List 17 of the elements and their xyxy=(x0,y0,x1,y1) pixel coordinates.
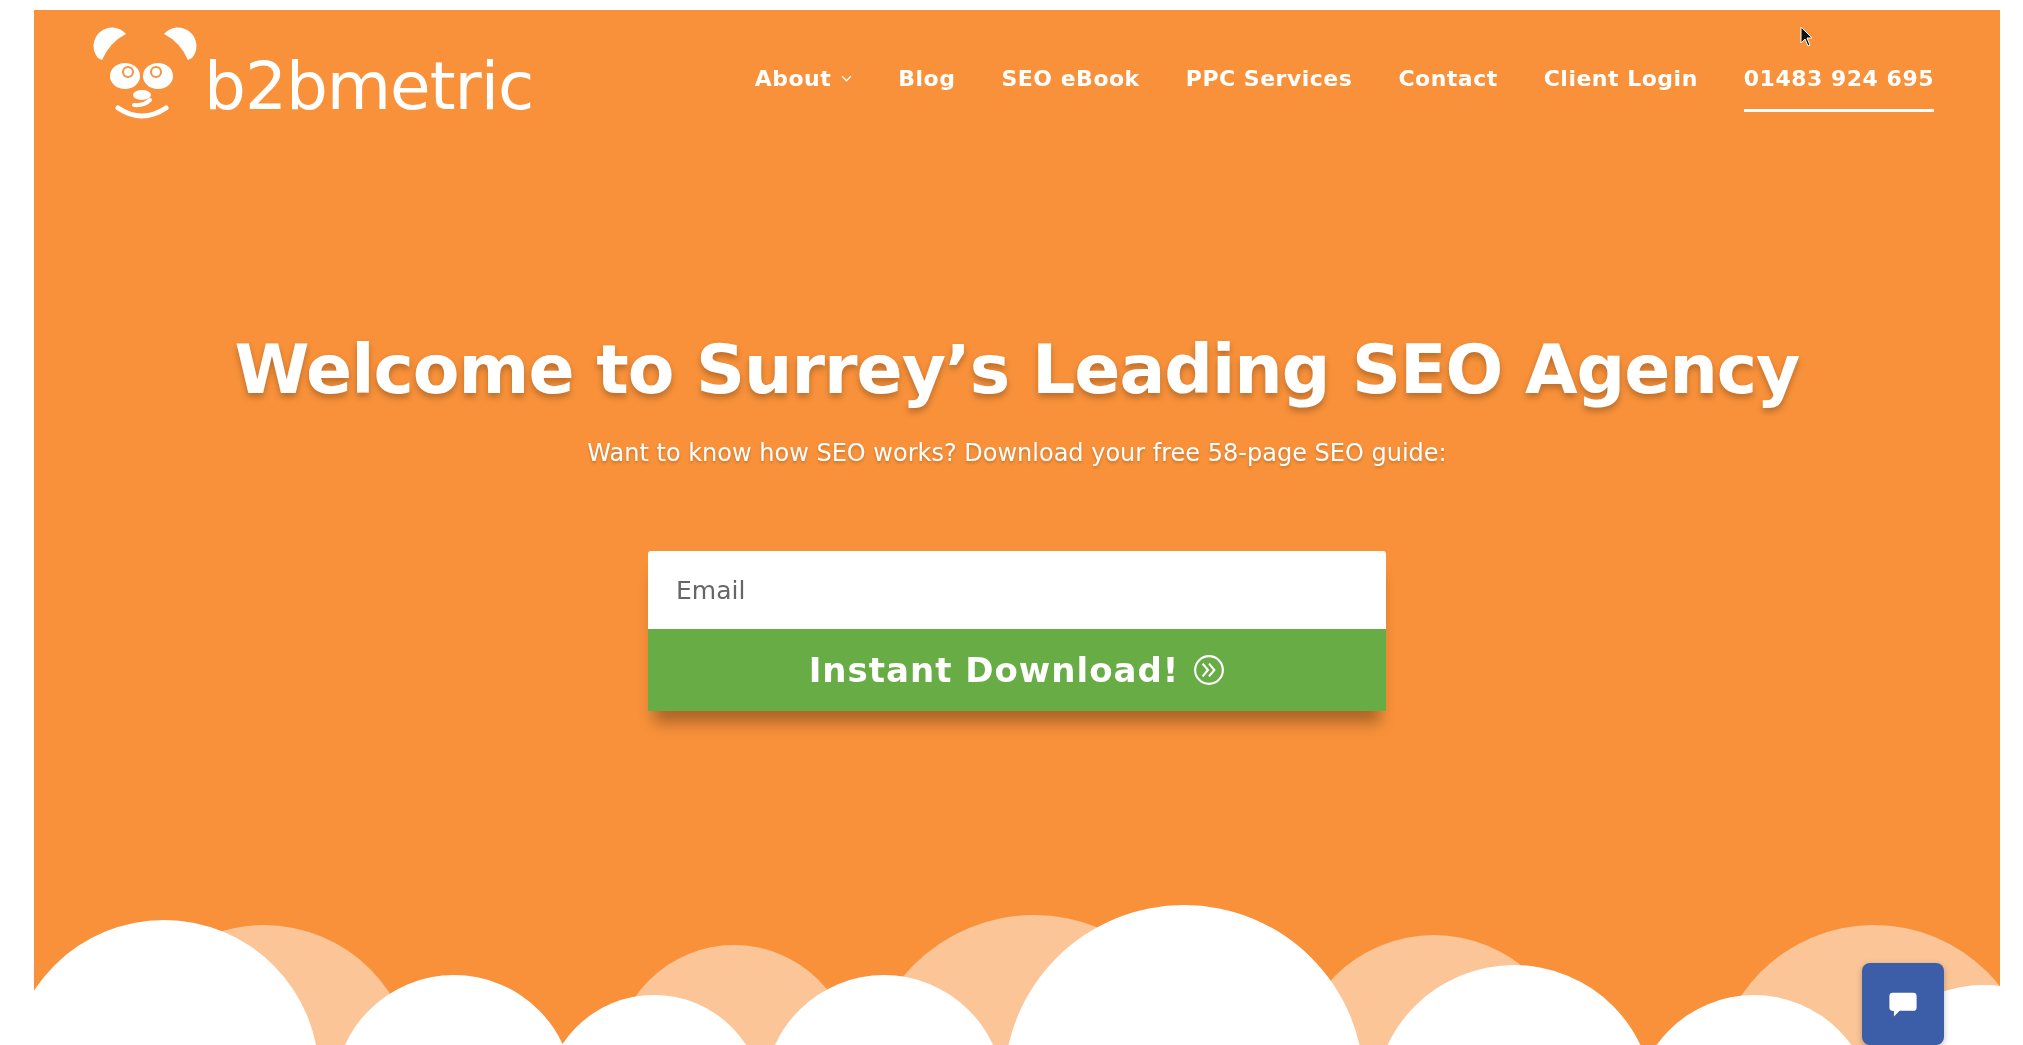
caret-icon xyxy=(841,75,853,82)
logo-wordmark: b2bmetric xyxy=(204,54,534,127)
nav-link[interactable]: SEO eBook xyxy=(1001,66,1140,112)
nav-link[interactable]: About xyxy=(754,66,853,112)
mouse-pointer-icon xyxy=(1800,26,1814,48)
download-button[interactable]: Instant Download! xyxy=(648,629,1386,711)
hero-title: Welcome to Surrey’s Leading SEO Agency xyxy=(234,330,1800,409)
hero-subtitle: Want to know how SEO works? Download your free 58-page SEO guide: xyxy=(587,439,1447,467)
logo[interactable]: b2bmetric xyxy=(90,20,534,130)
chat-button[interactable] xyxy=(1862,963,1944,1045)
double-chevron-icon xyxy=(1193,654,1226,686)
nav-link[interactable]: Contact xyxy=(1398,66,1498,112)
nav-link[interactable]: 01483 924 695 xyxy=(1743,66,1934,112)
nav-link[interactable]: PPC Services xyxy=(1185,66,1353,112)
email-field[interactable]: Email xyxy=(648,551,1386,629)
nav-link[interactable]: Client Login xyxy=(1543,66,1698,112)
nav-link[interactable]: Blog xyxy=(898,66,956,112)
